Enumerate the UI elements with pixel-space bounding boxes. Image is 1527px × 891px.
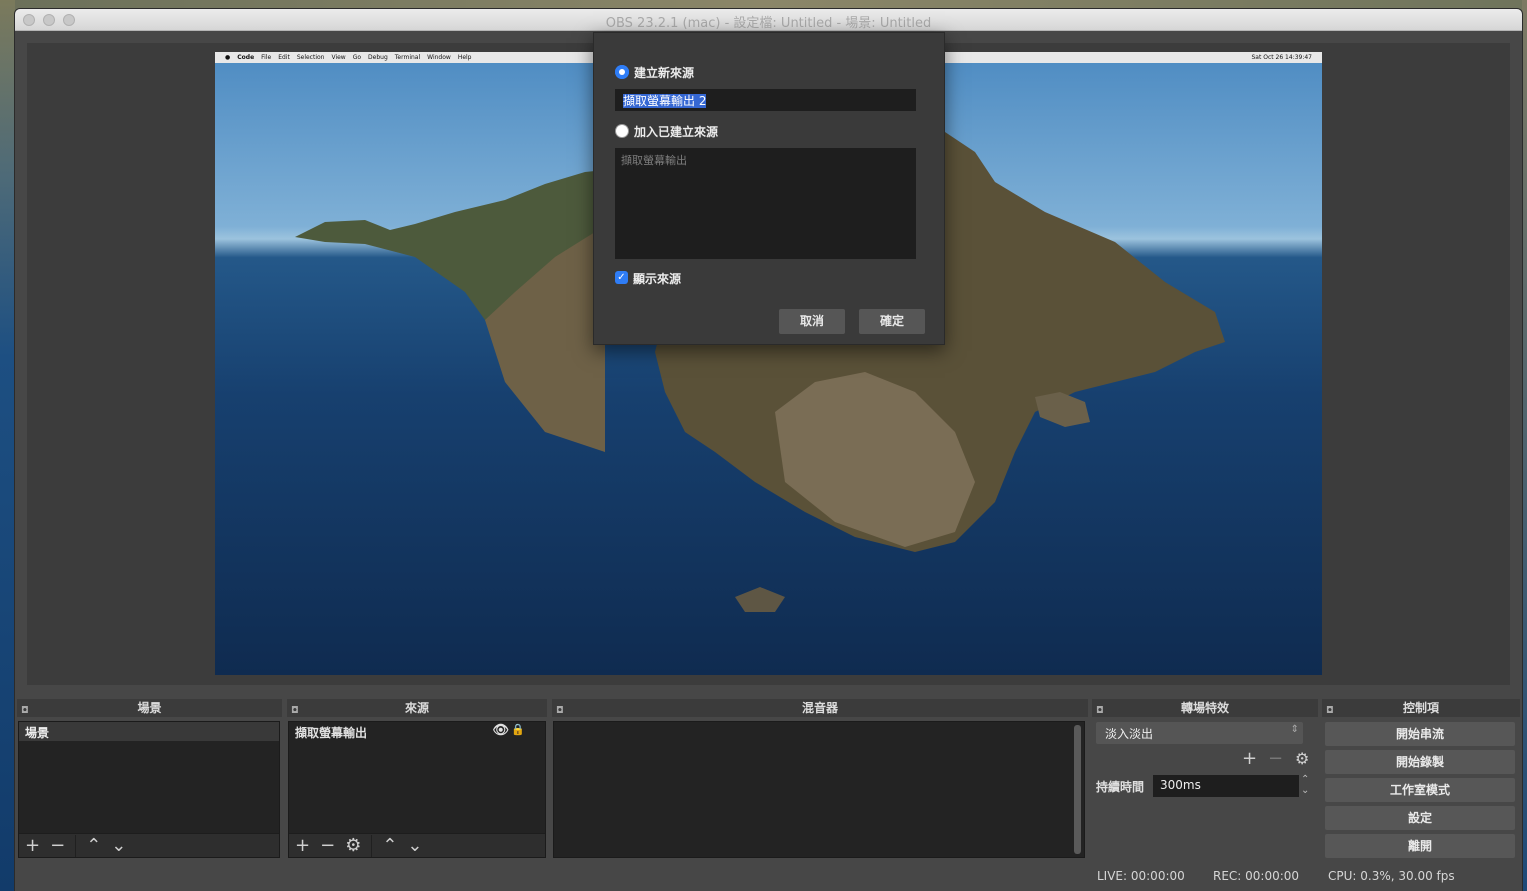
menu-item: Edit	[278, 54, 290, 61]
transition-select[interactable]: 淡入淡出 ⇕	[1096, 722, 1303, 744]
source-name-input[interactable]: 擷取螢幕輸出 2	[615, 89, 916, 111]
menu-item: Go	[352, 54, 362, 61]
scenes-toolbar: + − ⌃ ⌄	[19, 833, 279, 857]
add-icon[interactable]: +	[1242, 748, 1257, 769]
settings-button[interactable]: 設定	[1325, 806, 1515, 830]
lock-icon[interactable]: 🔒	[511, 723, 525, 736]
scenes-dock-header: ◘ 場景	[17, 699, 282, 717]
studio-mode-button[interactable]: 工作室模式	[1325, 778, 1515, 802]
scenes-panel: 場景 + − ⌃ ⌄	[18, 721, 280, 858]
create-new-radio[interactable]	[615, 65, 629, 79]
cancel-button[interactable]: 取消	[779, 309, 845, 334]
controls-dock-header: ◘ 控制項	[1322, 699, 1520, 717]
transitions-dock-header: ◘ 轉場特效	[1092, 699, 1318, 717]
undock-icon[interactable]: ◘	[556, 702, 564, 720]
make-visible-checkbox[interactable]: ✓	[615, 271, 628, 284]
rec-timer: REC: 00:00:00	[1213, 869, 1300, 883]
divider	[75, 834, 77, 857]
scene-item[interactable]: 場景	[19, 722, 279, 741]
menu-item: Terminal	[394, 54, 421, 61]
mixer-panel	[553, 721, 1085, 858]
obs-window: OBS 23.2.1 (mac) - 設定檔: Untitled - 場景: U…	[15, 9, 1522, 891]
remove-icon[interactable]: −	[50, 835, 65, 856]
gear-icon[interactable]: ⚙	[345, 835, 361, 856]
controls-title: 控制項	[1402, 701, 1439, 715]
add-existing-label: 加入已建立來源	[634, 125, 719, 139]
source-item[interactable]: 擷取螢幕輸出 👁 🔒	[289, 722, 545, 742]
menu-item: View	[331, 54, 346, 61]
mixer-title: 混音器	[801, 701, 838, 715]
menu-item: Help	[457, 54, 472, 61]
window-title: OBS 23.2.1 (mac) - 設定檔: Untitled - 場景: U…	[605, 16, 932, 31]
cpu-stats: CPU: 0.3%, 30.00 fps	[1328, 869, 1455, 883]
create-source-dialog: 建立新來源 擷取螢幕輸出 2 加入已建立來源 擷取螢幕輸出 ✓ 顯示來源 取消 …	[593, 32, 945, 345]
existing-sources-list[interactable]: 擷取螢幕輸出	[615, 148, 916, 259]
undock-icon[interactable]: ◘	[21, 702, 29, 720]
sources-title: 來源	[404, 701, 429, 715]
menu-item: Selection	[296, 54, 325, 61]
menu-item: File	[261, 54, 272, 61]
live-timer: LIVE: 00:00:00	[1097, 869, 1185, 883]
sources-dock-header: ◘ 來源	[287, 699, 547, 717]
add-icon[interactable]: +	[295, 835, 310, 856]
divider	[371, 834, 373, 857]
move-up-icon[interactable]: ⌃	[86, 835, 101, 856]
captured-clock: Sat Oct 26 14:39:47	[1251, 54, 1312, 61]
duration-label: 持續時間	[1096, 780, 1145, 794]
duration-stepper[interactable]: ⌃ ⌄	[1301, 774, 1309, 796]
transition-selected: 淡入淡出	[1105, 727, 1154, 741]
eye-icon[interactable]: 👁	[492, 723, 509, 738]
ok-button[interactable]: 確定	[859, 309, 925, 334]
list-item[interactable]: 擷取螢幕輸出	[621, 152, 910, 168]
source-item-label: 擷取螢幕輸出	[295, 726, 368, 740]
add-icon[interactable]: +	[25, 835, 40, 856]
desktop-wallpaper-left	[0, 0, 15, 891]
source-name-text: 擷取螢幕輸出 2	[623, 94, 707, 108]
undock-icon[interactable]: ◘	[1326, 702, 1334, 720]
start-streaming-button[interactable]: 開始串流	[1325, 722, 1515, 746]
move-up-icon[interactable]: ⌃	[382, 835, 397, 856]
remove-icon[interactable]: −	[320, 835, 335, 856]
scenes-title: 場景	[137, 701, 162, 715]
menu-item: Debug	[368, 54, 388, 61]
undock-icon[interactable]: ◘	[1096, 702, 1104, 720]
duration-input[interactable]: 300ms	[1153, 775, 1299, 797]
remove-icon[interactable]: −	[1268, 748, 1283, 769]
undock-icon[interactable]: ◘	[291, 702, 299, 720]
desktop-wallpaper-right	[1522, 0, 1527, 891]
move-down-icon[interactable]: ⌄	[111, 835, 126, 856]
mixer-scrollbar[interactable]	[1074, 725, 1081, 854]
gear-icon[interactable]: ⚙	[1295, 749, 1309, 768]
title-bar[interactable]: OBS 23.2.1 (mac) - 設定檔: Untitled - 場景: U…	[15, 9, 1522, 31]
start-recording-button[interactable]: 開始錄製	[1325, 750, 1515, 774]
menu-item: Code	[237, 54, 255, 61]
add-existing-radio[interactable]	[615, 124, 629, 138]
apple-icon: ●	[225, 54, 231, 61]
sources-toolbar: + − ⚙ ⌃ ⌄	[289, 833, 545, 857]
transitions-title: 轉場特效	[1180, 701, 1229, 715]
create-new-label: 建立新來源	[634, 66, 695, 80]
chevron-updown-icon: ⇕	[1290, 724, 1299, 735]
menu-item: Window	[427, 54, 451, 61]
exit-button[interactable]: 離開	[1325, 834, 1515, 858]
mixer-dock-header: ◘ 混音器	[552, 699, 1088, 717]
sources-panel: 擷取螢幕輸出 👁 🔒 + − ⚙ ⌃ ⌄	[288, 721, 546, 858]
move-down-icon[interactable]: ⌄	[407, 835, 422, 856]
make-visible-label: 顯示來源	[633, 272, 682, 286]
